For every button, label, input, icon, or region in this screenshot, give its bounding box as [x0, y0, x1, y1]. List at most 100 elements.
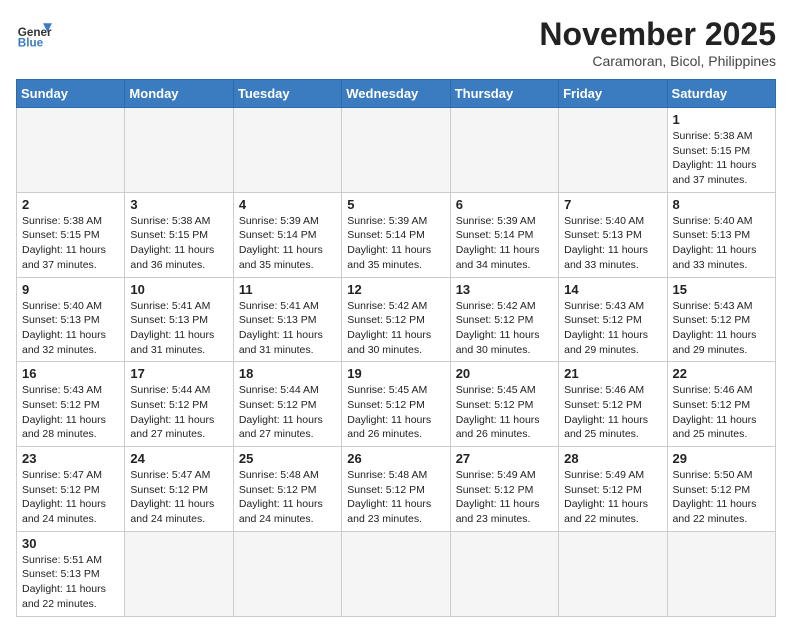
calendar-day-cell: 26 Sunrise: 5:48 AMSunset: 5:12 PMDayligh…	[342, 447, 450, 532]
calendar-day-cell: 20 Sunrise: 5:45 AMSunset: 5:12 PMDayligh…	[450, 362, 558, 447]
day-number: 17	[130, 366, 227, 381]
calendar-day-cell: 13 Sunrise: 5:42 AMSunset: 5:12 PMDayligh…	[450, 277, 558, 362]
calendar-day-cell: 22Sunrise: 5:46 AMSunset: 5:12 PMDayligh…	[667, 362, 775, 447]
day-number: 30	[22, 536, 119, 551]
day-number: 6	[456, 197, 553, 212]
day-info: Sunrise: 5:41 AMSunset: 5:13 PMDaylight:…	[130, 299, 227, 358]
day-number: 1	[673, 112, 770, 127]
calendar-day-cell: 17Sunrise: 5:44 AMSunset: 5:12 PMDayligh…	[125, 362, 233, 447]
day-number: 12	[347, 282, 444, 297]
day-info: Sunrise: 5:47 AMSunset: 5:12 PMDaylight:…	[130, 468, 227, 527]
calendar-table: SundayMondayTuesdayWednesdayThursdayFrid…	[16, 79, 776, 617]
day-number: 23	[22, 451, 119, 466]
day-info: Sunrise: 5:39 AMSunset: 5:14 PMDaylight:…	[239, 214, 336, 273]
day-number: 10	[130, 282, 227, 297]
day-number: 27	[456, 451, 553, 466]
day-number: 16	[22, 366, 119, 381]
day-info: Sunrise: 5:43 AMSunset: 5:12 PMDaylight:…	[673, 299, 770, 358]
calendar-day-cell: 8 Sunrise: 5:40 AMSunset: 5:13 PMDaylight…	[667, 192, 775, 277]
day-info: Sunrise: 5:40 AMSunset: 5:13 PMDaylight:…	[564, 214, 661, 273]
calendar-day-cell: 14 Sunrise: 5:43 AMSunset: 5:12 PMDayligh…	[559, 277, 667, 362]
day-number: 20	[456, 366, 553, 381]
day-info: Sunrise: 5:48 AMSunset: 5:12 PMDaylight:…	[347, 468, 444, 527]
day-number: 26	[347, 451, 444, 466]
calendar-week-row: 30Sunrise: 5:51 AMSunset: 5:13 PMDayligh…	[17, 531, 776, 616]
page-header: General Blue November 2025 Caramoran, Bi…	[16, 16, 776, 69]
day-number: 18	[239, 366, 336, 381]
weekday-header: Saturday	[667, 80, 775, 108]
calendar-day-cell: 28Sunrise: 5:49 AMSunset: 5:12 PMDayligh…	[559, 447, 667, 532]
day-info: Sunrise: 5:49 AMSunset: 5:12 PMDaylight:…	[456, 468, 553, 527]
calendar-day-cell: 24 Sunrise: 5:47 AMSunset: 5:12 PMDayligh…	[125, 447, 233, 532]
calendar-day-cell: 27 Sunrise: 5:49 AMSunset: 5:12 PMDayligh…	[450, 447, 558, 532]
calendar-day-cell	[450, 108, 558, 193]
title-block: November 2025 Caramoran, Bicol, Philippi…	[539, 16, 776, 69]
day-number: 11	[239, 282, 336, 297]
calendar-day-cell	[450, 531, 558, 616]
calendar-day-cell	[342, 108, 450, 193]
day-info: Sunrise: 5:48 AMSunset: 5:12 PMDaylight:…	[239, 468, 336, 527]
calendar-week-row: 1 Sunrise: 5:38 AMSunset: 5:15 PMDaylight…	[17, 108, 776, 193]
day-info: Sunrise: 5:40 AMSunset: 5:13 PMDaylight:…	[673, 214, 770, 273]
calendar-week-row: 16Sunrise: 5:43 AMSunset: 5:12 PMDayligh…	[17, 362, 776, 447]
day-number: 13	[456, 282, 553, 297]
day-info: Sunrise: 5:40 AMSunset: 5:13 PMDaylight:…	[22, 299, 119, 358]
weekday-header: Monday	[125, 80, 233, 108]
day-info: Sunrise: 5:43 AMSunset: 5:12 PMDaylight:…	[564, 299, 661, 358]
calendar-day-cell: 5Sunrise: 5:39 AMSunset: 5:14 PMDaylight…	[342, 192, 450, 277]
calendar-day-cell	[125, 108, 233, 193]
logo-icon: General Blue	[16, 16, 52, 52]
day-info: Sunrise: 5:47 AMSunset: 5:12 PMDaylight:…	[22, 468, 119, 527]
calendar-day-cell	[233, 108, 341, 193]
calendar-day-cell: 18Sunrise: 5:44 AMSunset: 5:12 PMDayligh…	[233, 362, 341, 447]
day-info: Sunrise: 5:45 AMSunset: 5:12 PMDaylight:…	[456, 383, 553, 442]
day-number: 19	[347, 366, 444, 381]
calendar-day-cell: 4Sunrise: 5:39 AMSunset: 5:14 PMDaylight…	[233, 192, 341, 277]
day-number: 14	[564, 282, 661, 297]
day-info: Sunrise: 5:41 AMSunset: 5:13 PMDaylight:…	[239, 299, 336, 358]
weekday-header: Sunday	[17, 80, 125, 108]
calendar-day-cell: 21Sunrise: 5:46 AMSunset: 5:12 PMDayligh…	[559, 362, 667, 447]
day-info: Sunrise: 5:39 AMSunset: 5:14 PMDaylight:…	[456, 214, 553, 273]
day-info: Sunrise: 5:38 AMSunset: 5:15 PMDaylight:…	[130, 214, 227, 273]
calendar-day-cell	[559, 531, 667, 616]
day-number: 3	[130, 197, 227, 212]
calendar-day-cell: 3 Sunrise: 5:38 AMSunset: 5:15 PMDaylight…	[125, 192, 233, 277]
calendar-day-cell: 30Sunrise: 5:51 AMSunset: 5:13 PMDayligh…	[17, 531, 125, 616]
svg-text:Blue: Blue	[18, 37, 44, 50]
weekday-header: Thursday	[450, 80, 558, 108]
calendar-day-cell: 6 Sunrise: 5:39 AMSunset: 5:14 PMDaylight…	[450, 192, 558, 277]
day-info: Sunrise: 5:46 AMSunset: 5:12 PMDaylight:…	[564, 383, 661, 442]
calendar-day-cell: 11 Sunrise: 5:41 AMSunset: 5:13 PMDayligh…	[233, 277, 341, 362]
day-info: Sunrise: 5:38 AMSunset: 5:15 PMDaylight:…	[22, 214, 119, 273]
day-number: 9	[22, 282, 119, 297]
day-number: 25	[239, 451, 336, 466]
calendar-day-cell: 1 Sunrise: 5:38 AMSunset: 5:15 PMDaylight…	[667, 108, 775, 193]
day-number: 8	[673, 197, 770, 212]
day-info: Sunrise: 5:42 AMSunset: 5:12 PMDaylight:…	[456, 299, 553, 358]
calendar-day-cell	[559, 108, 667, 193]
calendar-day-cell	[342, 531, 450, 616]
calendar-day-cell: 29Sunrise: 5:50 AMSunset: 5:12 PMDayligh…	[667, 447, 775, 532]
logo: General Blue	[16, 16, 52, 52]
day-number: 24	[130, 451, 227, 466]
day-number: 5	[347, 197, 444, 212]
day-number: 28	[564, 451, 661, 466]
month-title: November 2025	[539, 16, 776, 53]
calendar-day-cell: 15Sunrise: 5:43 AMSunset: 5:12 PMDayligh…	[667, 277, 775, 362]
calendar-day-cell: 25 Sunrise: 5:48 AMSunset: 5:12 PMDayligh…	[233, 447, 341, 532]
calendar-day-cell: 23 Sunrise: 5:47 AMSunset: 5:12 PMDayligh…	[17, 447, 125, 532]
day-info: Sunrise: 5:38 AMSunset: 5:15 PMDaylight:…	[673, 129, 770, 188]
calendar-day-cell	[125, 531, 233, 616]
calendar-week-row: 2Sunrise: 5:38 AMSunset: 5:15 PMDaylight…	[17, 192, 776, 277]
weekday-header: Friday	[559, 80, 667, 108]
day-info: Sunrise: 5:45 AMSunset: 5:12 PMDaylight:…	[347, 383, 444, 442]
calendar-day-cell: 16Sunrise: 5:43 AMSunset: 5:12 PMDayligh…	[17, 362, 125, 447]
calendar-day-cell	[667, 531, 775, 616]
calendar-day-cell: 7Sunrise: 5:40 AMSunset: 5:13 PMDaylight…	[559, 192, 667, 277]
calendar-day-cell: 19 Sunrise: 5:45 AMSunset: 5:12 PMDayligh…	[342, 362, 450, 447]
weekday-header: Wednesday	[342, 80, 450, 108]
calendar-week-row: 23 Sunrise: 5:47 AMSunset: 5:12 PMDayligh…	[17, 447, 776, 532]
calendar-day-cell	[17, 108, 125, 193]
weekday-header-row: SundayMondayTuesdayWednesdayThursdayFrid…	[17, 80, 776, 108]
